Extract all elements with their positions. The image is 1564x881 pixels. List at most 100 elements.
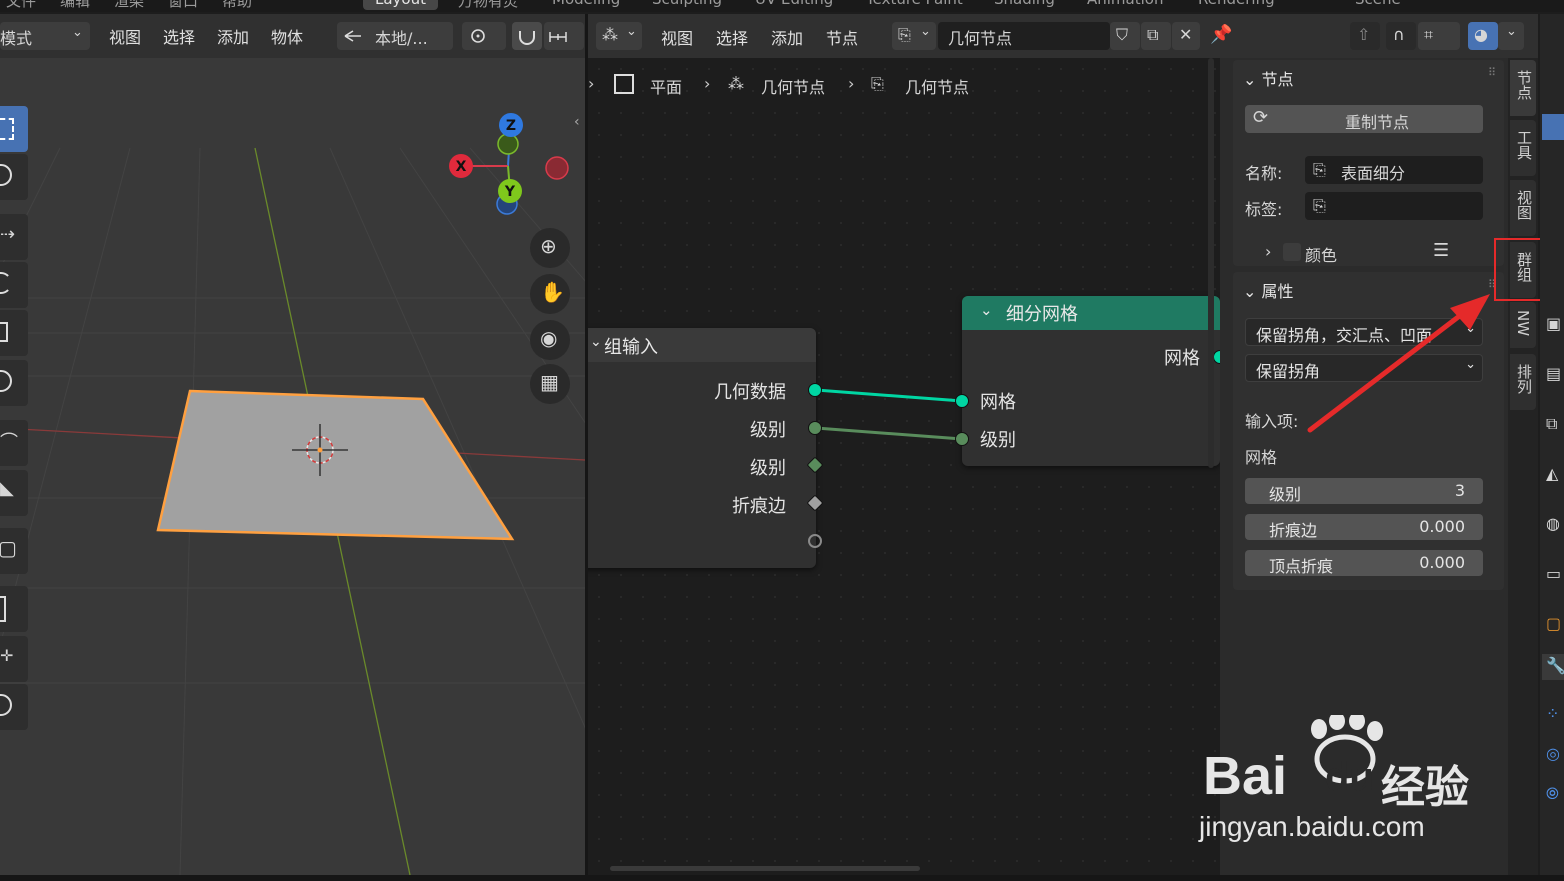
tab-node[interactable]: 节点 (1510, 60, 1536, 116)
camera-button[interactable]: ◉ (530, 320, 570, 360)
tool-move[interactable]: ⇢ (0, 214, 28, 260)
node-name-field[interactable]: ⎘ 表面细分 (1305, 156, 1483, 184)
collection-icon[interactable]: ▭ (1546, 564, 1561, 583)
node-snap-target[interactable]: ⌗ (1418, 22, 1460, 50)
menu-object[interactable]: 物体 (271, 24, 303, 48)
pin-icon[interactable]: 📌 (1210, 24, 1232, 45)
duplicate-button[interactable]: ⧉ (1141, 22, 1171, 50)
zoom-button[interactable]: ⊕ (530, 228, 570, 268)
unlink-button[interactable]: ✕ (1172, 22, 1200, 50)
node-tree-name-field[interactable]: 几何节点 (938, 22, 1110, 50)
tab-sculpting[interactable]: Sculpting (652, 0, 722, 10)
scene-selector[interactable]: Scene (1355, 0, 1401, 10)
node-menu-view[interactable]: 视图 (661, 25, 693, 49)
tool-add-cube[interactable]: ▢ (0, 528, 28, 574)
menu-view[interactable]: 视图 (109, 24, 141, 48)
tool-select-box[interactable] (0, 106, 28, 152)
tool-knife[interactable]: ✛ (0, 636, 28, 682)
node-menu-node[interactable]: 节点 (826, 25, 858, 49)
color-checkbox[interactable] (1283, 243, 1301, 261)
tool-annotate[interactable]: ⌒ (0, 420, 28, 466)
socket-mesh-out[interactable] (1213, 350, 1220, 364)
tab-arrange[interactable]: 排列 (1510, 354, 1536, 410)
view-layer-icon[interactable]: ⧉ (1546, 414, 1557, 434)
node-panel-header[interactable]: ⌄ 节点 (1243, 66, 1294, 90)
menu-edit[interactable]: 编辑 (60, 0, 90, 10)
parent-node-tree-button[interactable]: ⇧ (1350, 22, 1380, 50)
3d-viewport[interactable]: ⇢ ⌒ ◣ ▢ ✛ ‹ Z X Y ⊕ ✋ ◉ ▦ (0, 58, 585, 875)
node-tree-browse[interactable]: ⎘ ⌄ (892, 22, 936, 50)
menu-help[interactable]: 帮助 (222, 0, 252, 10)
edge-crease-label: 折痕边 (1269, 521, 1318, 540)
tool-transform[interactable] (0, 360, 28, 406)
reset-node-button[interactable]: ⟳ 重制节点 (1245, 105, 1483, 133)
properties-tab-active[interactable] (1542, 114, 1564, 140)
vertical-scrollbar[interactable] (1208, 58, 1214, 468)
menu-file[interactable]: 文件 (6, 0, 36, 10)
socket-mesh-in[interactable] (955, 394, 969, 408)
properties-panel-header[interactable]: ⌄ 属性 (1243, 278, 1294, 302)
tab-nw[interactable]: NW (1510, 302, 1536, 348)
menu-select[interactable]: 选择 (163, 24, 195, 48)
list-icon[interactable]: ☰ (1433, 240, 1449, 261)
link-level[interactable] (815, 426, 963, 441)
link-geometry[interactable] (815, 388, 963, 403)
node-snap-toggle[interactable]: ∩ (1386, 22, 1416, 50)
plane-mesh[interactable] (156, 389, 515, 541)
tab-layout[interactable]: Layout (363, 0, 438, 10)
snap-target[interactable] (544, 22, 584, 50)
constraints-icon[interactable]: ⦾ (1546, 784, 1559, 804)
tab-texture-paint[interactable]: Texture Paint (866, 0, 963, 10)
tool-spin[interactable] (0, 684, 28, 730)
tab-animation[interactable]: Animation (1087, 0, 1163, 10)
overlay-toggle[interactable]: ◕ (1468, 22, 1498, 50)
level-field[interactable]: 级别 3 (1245, 478, 1483, 504)
tab-rendering[interactable]: Rendering (1198, 0, 1275, 10)
menu-add[interactable]: 添加 (217, 24, 249, 48)
tool-rotate[interactable] (0, 262, 28, 308)
node-label-field[interactable]: ⎘ (1305, 192, 1483, 220)
tab-wanwu[interactable]: 万物有灵 (458, 0, 518, 10)
socket-level-in[interactable] (955, 432, 969, 446)
snap-toggle[interactable] (512, 22, 542, 50)
menu-window[interactable]: 窗口 (168, 0, 198, 10)
world-icon[interactable]: ◍ (1546, 514, 1560, 533)
scene-icon[interactable]: ◭ (1546, 464, 1558, 483)
vertex-crease-field[interactable]: 顶点折痕 0.000 (1245, 550, 1483, 576)
tab-view[interactable]: 视图 (1510, 180, 1536, 236)
node-menu-add[interactable]: 添加 (771, 25, 803, 49)
perspective-toggle[interactable]: ▦ (530, 364, 570, 404)
tab-shading[interactable]: Shading (994, 0, 1055, 10)
drag-handle-icon[interactable]: ⠿ (1488, 66, 1496, 79)
navigation-gizmo[interactable]: Z X Y (440, 108, 580, 228)
object-icon[interactable]: ▢ (1546, 614, 1561, 633)
tab-tool[interactable]: 工具 (1510, 120, 1536, 176)
physics-icon[interactable]: ◎ (1546, 744, 1560, 763)
node-editor-canvas[interactable]: › 平面 › ⁂ 几何节点 › ⎘ 几何节点 ⌄ 组输入 几何数据 级别 级别 … (588, 58, 1220, 875)
node-menu-select[interactable]: 选择 (716, 25, 748, 49)
color-expand-icon[interactable]: › (1265, 242, 1271, 261)
socket-empty-out[interactable] (808, 534, 822, 548)
tool-extrude[interactable] (0, 586, 28, 632)
tool-cursor[interactable] (0, 154, 28, 200)
tool-measure[interactable]: ◣ (0, 470, 28, 516)
pan-button[interactable]: ✋ (530, 274, 570, 314)
particles-icon[interactable]: ⁘ (1546, 704, 1559, 723)
transform-orientation[interactable]: 本地/... (337, 22, 453, 50)
mode-selector[interactable]: 模式 ⌄ (0, 22, 90, 50)
render-icon[interactable]: ▣ (1546, 314, 1561, 333)
pivot-selector[interactable] (462, 22, 506, 50)
tab-uv-editing[interactable]: UV Editing (755, 0, 833, 10)
overlay-dropdown[interactable]: ⌄ (1498, 22, 1524, 50)
tab-modeling[interactable]: Modeling (552, 0, 620, 10)
modifier-tab[interactable]: 🔧 (1542, 654, 1564, 680)
editor-type-selector[interactable]: ⁂ ⌄ (596, 22, 642, 50)
socket-geometry-out[interactable] (808, 383, 822, 397)
socket-level-out[interactable] (808, 421, 822, 435)
output-icon[interactable]: ▤ (1546, 364, 1561, 383)
fake-user-button[interactable]: ⛉ (1110, 22, 1140, 50)
menu-render[interactable]: 渲染 (114, 0, 144, 10)
horizontal-scrollbar[interactable] (610, 866, 920, 871)
tool-scale[interactable] (0, 310, 28, 356)
edge-crease-field[interactable]: 折痕边 0.000 (1245, 514, 1483, 540)
